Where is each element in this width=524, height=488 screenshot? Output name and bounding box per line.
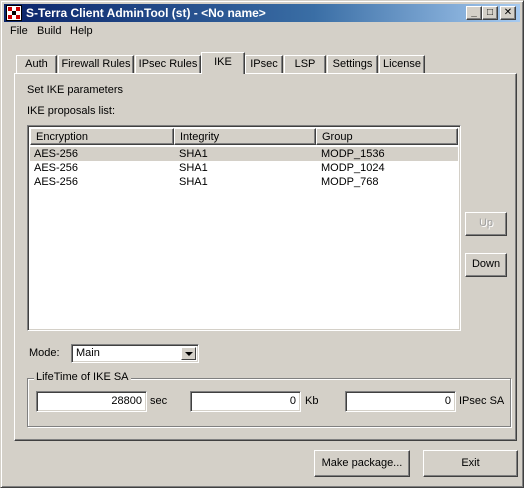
menu-file[interactable]: File: [6, 25, 32, 37]
list-header: Encryption Integrity Group: [30, 128, 458, 145]
tab-ipsec-rules[interactable]: IPsec Rules: [135, 55, 201, 73]
menu-help[interactable]: Help: [66, 25, 97, 37]
lifetime-sec-input[interactable]: 28800: [36, 391, 147, 412]
sec-unit-label: sec: [150, 395, 168, 407]
list-row[interactable]: AES-256 SHA1 MODP_768: [30, 175, 458, 189]
maximize-button[interactable]: □: [482, 6, 498, 20]
down-button[interactable]: Down: [465, 253, 507, 277]
app-icon[interactable]: [6, 5, 22, 21]
lifetime-title: LifeTime of IKE SA: [34, 371, 131, 383]
tab-ipsec[interactable]: IPsec: [245, 55, 283, 73]
cell-integrity: SHA1: [179, 162, 208, 174]
ike-proposals-list[interactable]: Encryption Integrity Group AES-256 SHA1 …: [27, 125, 461, 331]
exit-button[interactable]: Exit: [423, 450, 518, 477]
main-window: S-Terra Client AdminTool (st) - <No name…: [0, 0, 524, 488]
list-label: IKE proposals list:: [27, 105, 116, 117]
column-encryption[interactable]: Encryption: [30, 128, 174, 145]
minimize-button[interactable]: _: [466, 6, 482, 20]
column-group[interactable]: Group: [316, 128, 458, 145]
mode-value: Main: [76, 347, 100, 359]
kb-unit-label: Kb: [305, 395, 319, 407]
lifetime-ipsec-input[interactable]: 0: [345, 391, 456, 412]
tab-license[interactable]: License: [379, 55, 425, 73]
menu-bar: File Build Help: [4, 23, 520, 41]
tab-settings[interactable]: Settings: [327, 55, 378, 73]
cell-encryption: AES-256: [34, 162, 79, 174]
make-package-button[interactable]: Make package...: [314, 450, 410, 477]
window-title: S-Terra Client AdminTool (st) - <No name…: [26, 6, 266, 20]
cell-encryption: AES-256: [34, 176, 79, 188]
tab-firewall-rules[interactable]: Firewall Rules: [58, 55, 134, 73]
tab-lsp[interactable]: LSP: [284, 55, 326, 73]
cell-group: MODP_768: [321, 176, 379, 188]
menu-build[interactable]: Build: [33, 25, 65, 37]
cell-encryption: AES-256: [34, 148, 79, 160]
list-row[interactable]: AES-256 SHA1 MODP_1536: [30, 147, 458, 161]
mode-label: Mode:: [29, 347, 60, 359]
cell-integrity: SHA1: [179, 176, 208, 188]
list-row[interactable]: AES-256 SHA1 MODP_1024: [30, 161, 458, 175]
ipsec-unit-label: IPsec SA: [459, 395, 505, 407]
tab-auth[interactable]: Auth: [16, 55, 57, 73]
up-button[interactable]: Up: [465, 212, 507, 236]
tab-ike[interactable]: IKE: [201, 52, 245, 74]
title-bar[interactable]: S-Terra Client AdminTool (st) - <No name…: [4, 4, 520, 22]
close-button[interactable]: ✕: [500, 6, 516, 20]
mode-select[interactable]: Main: [71, 344, 199, 363]
cell-group: MODP_1536: [321, 148, 385, 160]
cell-group: MODP_1024: [321, 162, 385, 174]
lifetime-kb-input[interactable]: 0: [190, 391, 301, 412]
chevron-down-icon[interactable]: [181, 347, 196, 360]
panel-heading: Set IKE parameters: [27, 84, 123, 96]
cell-integrity: SHA1: [179, 148, 208, 160]
column-integrity[interactable]: Integrity: [174, 128, 316, 145]
